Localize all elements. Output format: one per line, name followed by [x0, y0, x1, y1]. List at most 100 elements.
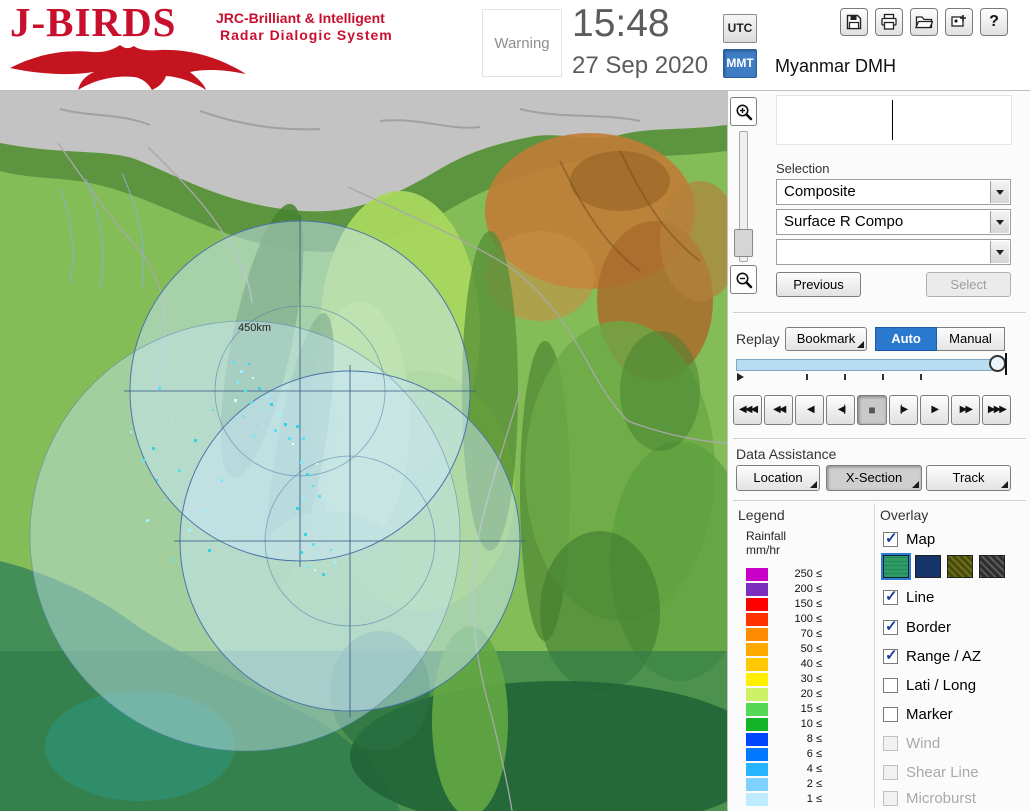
- zoom-slider-thumb[interactable]: [734, 229, 753, 257]
- timeline-tick: [806, 374, 808, 380]
- xsection-button[interactable]: X-Section: [826, 465, 922, 491]
- location-button[interactable]: Location: [736, 465, 820, 491]
- step-forward-button[interactable]: |▶: [888, 395, 918, 425]
- logo-title: J-BIRDS: [10, 0, 177, 45]
- forward-fastest-button[interactable]: ▶▶▶: [981, 395, 1011, 425]
- track-button[interactable]: Track: [926, 465, 1011, 491]
- map-style-swatch-olive[interactable]: [947, 555, 973, 578]
- overlay-item-range-az[interactable]: ✓ Range / AZ: [880, 647, 1028, 666]
- timeline-tick: [920, 374, 922, 380]
- legend-row: 15 ≤: [746, 703, 858, 716]
- play-button[interactable]: ▶: [919, 395, 949, 425]
- legend-threshold: 1 ≤: [806, 793, 822, 805]
- play-reverse-button[interactable]: ◀: [795, 395, 825, 425]
- legend-threshold: 4 ≤: [806, 763, 822, 775]
- clock-date: 27 Sep 2020: [572, 52, 709, 79]
- legend-threshold: 70 ≤: [800, 628, 822, 640]
- checkbox-icon[interactable]: ✓: [883, 530, 898, 547]
- overlay-item-label: Lati / Long: [906, 677, 977, 694]
- previous-button[interactable]: Previous: [776, 272, 861, 297]
- timezone-utc-button[interactable]: UTC: [723, 14, 757, 43]
- timeline-start-marker: [737, 373, 744, 381]
- clock-time: 15:48: [572, 2, 670, 45]
- product-extra-dropdown[interactable]: [776, 239, 1011, 265]
- legend-swatch: [746, 703, 768, 716]
- data-assistance-label: Data Assistance: [736, 446, 837, 462]
- overlay-item-wind: ✓ Wind: [880, 735, 1028, 753]
- legend-swatch: [746, 733, 768, 746]
- legend-label: Legend: [738, 507, 785, 523]
- legend-row: 70 ≤: [746, 628, 858, 641]
- legend-row: 50 ≤: [746, 643, 858, 656]
- check-icon: ✓: [885, 618, 898, 635]
- overlay-item-label: Marker: [906, 706, 953, 723]
- manual-mode-button[interactable]: Manual: [937, 327, 1005, 351]
- legend-swatch: [746, 673, 768, 686]
- radar-map-canvas[interactable]: 450km: [0, 91, 727, 811]
- open-folder-icon: [915, 16, 933, 29]
- site-listbox[interactable]: [776, 95, 1012, 145]
- radar-map[interactable]: 450km: [0, 91, 727, 811]
- checkbox-icon[interactable]: ✓: [883, 588, 898, 605]
- legend-row: 10 ≤: [746, 718, 858, 731]
- legend-unit-2: mm/hr: [746, 543, 780, 557]
- product-dropdown[interactable]: Surface R Compo: [776, 209, 1011, 235]
- forward-fast-button[interactable]: ▶▶: [950, 395, 980, 425]
- legend-swatch: [746, 658, 768, 671]
- product-type-dropdown[interactable]: Composite: [776, 179, 1011, 205]
- open-folder-button[interactable]: [910, 8, 938, 36]
- checkbox-icon[interactable]: ✓: [883, 707, 898, 722]
- legend-threshold: 100 ≤: [794, 613, 822, 625]
- legend-row: 100 ≤: [746, 613, 858, 626]
- overlay-label: Overlay: [880, 507, 929, 523]
- zoom-out-button[interactable]: [730, 265, 757, 294]
- replay-label: Replay: [736, 331, 780, 347]
- chevron-down-icon[interactable]: [990, 241, 1009, 263]
- site-name: Myanmar DMH: [775, 56, 897, 76]
- legend-row: 250 ≤: [746, 568, 858, 581]
- step-back-button[interactable]: ◀|: [826, 395, 856, 425]
- map-style-swatch-navy[interactable]: [915, 555, 941, 578]
- print-button[interactable]: [875, 8, 903, 36]
- stop-button[interactable]: ■: [857, 395, 887, 425]
- legend-threshold: 50 ≤: [800, 643, 822, 655]
- legend-row: 6 ≤: [746, 748, 858, 761]
- overlay-item-line[interactable]: ✓ Line: [880, 588, 1028, 607]
- overlay-item-label: Border: [906, 619, 952, 636]
- rewind-fast-button[interactable]: ◀◀: [764, 395, 794, 425]
- legend-swatch: [746, 628, 768, 641]
- checkbox-icon[interactable]: ✓: [883, 678, 898, 693]
- logo-subtitle-1: JRC-Brilliant & Intelligent: [216, 10, 385, 26]
- overlay-item-lati-long[interactable]: ✓ Lati / Long: [880, 677, 1028, 695]
- timezone-mmt-button[interactable]: MMT: [723, 49, 757, 78]
- capture-button[interactable]: [945, 8, 973, 36]
- map-style-swatch-gray[interactable]: [979, 555, 1005, 578]
- auto-mode-button[interactable]: Auto: [875, 327, 937, 351]
- replay-mode-toggle: Auto Manual: [875, 327, 1005, 351]
- zoom-in-button[interactable]: [730, 97, 757, 126]
- legend-swatch: [746, 763, 768, 776]
- overlay-item-map[interactable]: ✓ Map: [880, 530, 1028, 549]
- chevron-down-icon[interactable]: [990, 211, 1009, 233]
- checkbox-icon[interactable]: ✓: [883, 647, 898, 664]
- legend-row: 2 ≤: [746, 778, 858, 791]
- replay-timeline-slider[interactable]: [736, 359, 1002, 371]
- help-button[interactable]: ?: [980, 8, 1008, 36]
- overlay-item-microburst: ✓ Microburst: [880, 790, 1028, 808]
- map-style-swatch-green[interactable]: [883, 555, 909, 578]
- print-icon: [881, 13, 897, 30]
- rewind-fastest-button[interactable]: ◀◀◀: [733, 395, 763, 425]
- save-button[interactable]: [840, 8, 868, 36]
- magnifier-minus-icon: [736, 272, 752, 288]
- replay-timeline-thumb[interactable]: [989, 355, 1006, 372]
- chevron-down-icon[interactable]: [990, 181, 1009, 203]
- legend-swatch: [746, 583, 768, 596]
- bookmark-button[interactable]: Bookmark: [785, 327, 867, 351]
- check-icon: ✓: [885, 647, 898, 664]
- overlay-item-marker[interactable]: ✓ Marker: [880, 706, 1028, 724]
- legend-row: 150 ≤: [746, 598, 858, 611]
- checkbox-icon: ✓: [883, 736, 898, 751]
- checkbox-icon[interactable]: ✓: [883, 618, 898, 635]
- capture-icon: [951, 15, 966, 27]
- overlay-item-border[interactable]: ✓ Border: [880, 618, 1028, 637]
